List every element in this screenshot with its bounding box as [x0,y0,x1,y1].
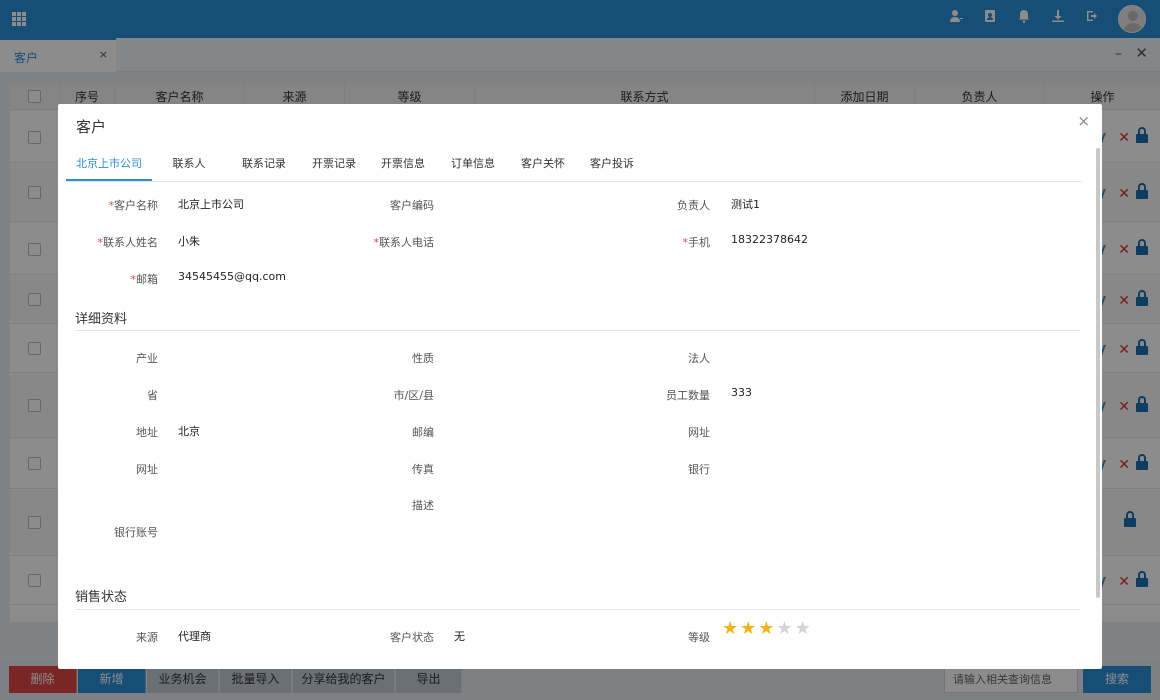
modal-title: 客户 [76,118,107,136]
star-icon[interactable]: ★ [740,620,756,638]
modal-scrollbar[interactable] [1096,148,1100,598]
email-value: 34545455@qq.com [178,270,286,283]
tab-order-info[interactable]: 订单信息 [435,152,511,181]
customer-name-value: 北京上市公司 [178,198,244,211]
contact-name-value: 小朱 [178,235,200,248]
city-label: 市/区/县 [393,389,434,402]
email-label: *邮箱 [130,273,159,286]
address-value: 北京 [178,425,200,438]
bank-account-label: 银行账号 [114,526,158,539]
zip-label: 邮编 [412,426,434,439]
owner-label: 负责人 [677,199,710,212]
sales-section-title: 销售状态 [75,590,128,605]
source-label: 来源 [136,631,158,644]
nature-label: 性质 [412,352,434,365]
website-label: 网址 [688,426,710,439]
tab-invoice-info[interactable]: 开票信息 [365,152,441,181]
sales-divider [75,609,1080,610]
province-label: 省 [147,389,158,402]
mobile-value: 18322378642 [731,233,808,246]
industry-label: 产业 [136,352,158,365]
level-label: 等级 [688,631,710,644]
description-label: 描述 [412,499,434,512]
fax-label: 传真 [412,463,434,476]
website-label-2: 网址 [136,463,158,476]
contact-phone-label: *联系人电话 [373,236,435,249]
mobile-label: *手机 [682,236,711,249]
customer-status-label: 客户状态 [390,631,434,644]
legal-person-label: 法人 [688,352,710,365]
customer-code-label: 客户编码 [390,199,434,212]
modal-close-icon[interactable]: × [1077,112,1090,130]
star-icon[interactable]: ★ [776,620,792,638]
customer-detail-modal: 客户 × 北京上市公司 联系人 联系记录 开票记录 开票信息 订单信息 客户关怀… [58,104,1102,669]
tab-contact-records[interactable]: 联系记录 [226,152,302,181]
contact-name-label: *联系人姓名 [97,236,159,249]
staff-count-label: 员工数量 [666,389,710,402]
tab-customer-care[interactable]: 客户关怀 [505,152,581,181]
source-value: 代理商 [178,630,211,643]
level-rating[interactable]: ★ ★ ★ ★ ★ [722,620,813,638]
customer-status-value: 无 [454,630,465,643]
star-icon[interactable]: ★ [795,620,811,638]
star-icon[interactable]: ★ [722,620,738,638]
bank-label: 银行 [688,463,710,476]
staff-count-value: 333 [731,386,752,399]
tab-invoice-records[interactable]: 开票记录 [296,152,372,181]
detail-divider [75,330,1080,331]
star-icon[interactable]: ★ [758,620,774,638]
modal-tab-bar: 北京上市公司 联系人 联系记录 开票记录 开票信息 订单信息 客户关怀 客户投诉 [66,152,1082,182]
detail-section-title: 详细资料 [75,312,128,327]
address-label: 地址 [136,426,158,439]
tab-customer-complaint[interactable]: 客户投诉 [574,152,650,181]
owner-value: 测试1 [731,198,760,211]
tab-contacts[interactable]: 联系人 [162,152,216,181]
customer-name-label: *客户名称 [108,199,159,212]
tab-company[interactable]: 北京上市公司 [66,152,152,181]
